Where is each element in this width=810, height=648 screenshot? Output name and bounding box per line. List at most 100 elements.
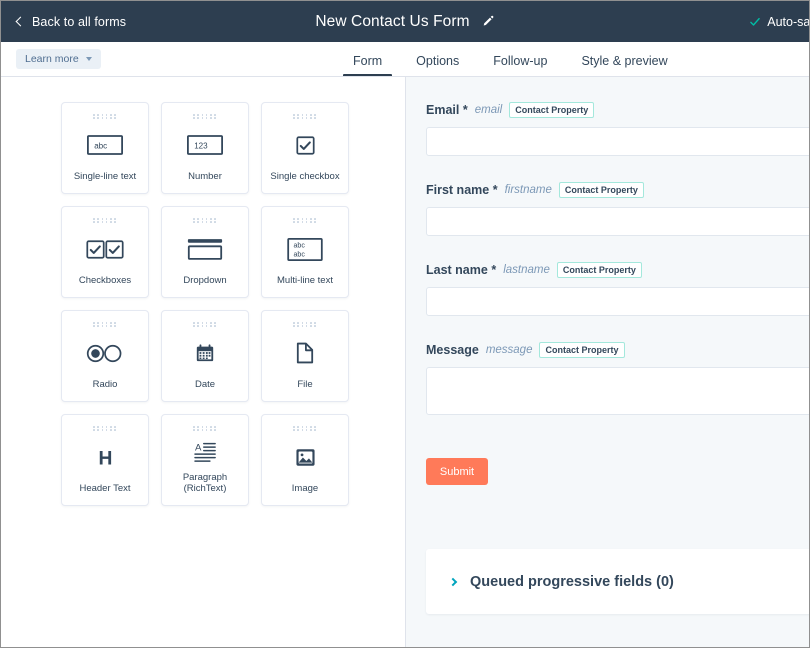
field-property-name: email	[475, 104, 502, 116]
palette-card-label: Single-line text	[71, 172, 139, 182]
palette-card-label: Header Text	[76, 484, 133, 494]
single-line-text-icon: abc	[87, 119, 123, 172]
form-field-email[interactable]: Email * email Contact Property	[426, 101, 809, 156]
palette-card-multi-line-text[interactable]: abc abc Multi-line text	[261, 206, 349, 298]
queued-progressive-fields-section[interactable]: Queued progressive fields (0)	[426, 549, 809, 614]
field-label: Email *	[426, 103, 468, 117]
palette-card-label: Radio	[90, 380, 121, 390]
field-palette-panel: abc Single-line text 123	[1, 77, 405, 647]
last-name-input[interactable]	[426, 287, 809, 316]
svg-text:123: 123	[194, 142, 208, 151]
tab-label: Options	[416, 54, 459, 68]
autosave-status: Auto-saved w	[749, 15, 810, 29]
field-label-row: Email * email Contact Property	[426, 101, 809, 118]
palette-card-dropdown[interactable]: Dropdown	[161, 206, 249, 298]
palette-card-label: Paragraph (RichText)	[162, 473, 248, 494]
chevron-right-icon[interactable]	[449, 577, 457, 585]
svg-text:A: A	[195, 443, 202, 454]
palette-card-label: Dropdown	[180, 276, 229, 286]
app-header: Back to all forms New Contact Us Form Au…	[1, 1, 809, 42]
palette-card-paragraph-richtext[interactable]: A Paragraph (RichText)	[161, 414, 249, 506]
form-field-message[interactable]: Message message Contact Property	[426, 341, 809, 415]
svg-text:abc: abc	[94, 142, 107, 151]
single-checkbox-icon	[296, 119, 315, 172]
palette-card-checkboxes[interactable]: Checkboxes	[61, 206, 149, 298]
field-label: Last name *	[426, 263, 496, 277]
editor-body: abc Single-line text 123	[1, 77, 809, 647]
form-field-first-name[interactable]: First name * firstname Contact Property	[426, 181, 809, 236]
field-label-row: First name * firstname Contact Property	[426, 181, 809, 198]
form-editor-window: Back to all forms New Contact Us Form Au…	[0, 0, 810, 648]
field-property-name: firstname	[505, 184, 552, 196]
required-marker: *	[463, 103, 468, 117]
palette-card-label: Date	[192, 380, 218, 390]
palette-card-single-line-text[interactable]: abc Single-line text	[61, 102, 149, 194]
autosave-label: Auto-saved w	[767, 15, 810, 29]
palette-card-image[interactable]: Image	[261, 414, 349, 506]
palette-card-header-text[interactable]: H Header Text	[61, 414, 149, 506]
tab-strip: Learn more Form Options Follow-up Style …	[1, 42, 809, 77]
back-to-all-forms-link[interactable]: Back to all forms	[17, 15, 126, 29]
palette-card-label: Number	[185, 172, 225, 182]
field-label: First name *	[426, 183, 498, 197]
file-icon	[296, 327, 314, 380]
palette-card-label: File	[294, 380, 315, 390]
palette-card-single-checkbox[interactable]: Single checkbox	[261, 102, 349, 194]
palette-card-label: Image	[289, 484, 321, 494]
dropdown-icon	[187, 223, 223, 276]
chevron-down-icon	[86, 57, 92, 61]
palette-card-file[interactable]: File	[261, 310, 349, 402]
radio-icon	[86, 327, 124, 380]
checkboxes-icon	[86, 223, 124, 276]
form-field-last-name[interactable]: Last name * lastname Contact Property	[426, 261, 809, 316]
contact-property-badge[interactable]: Contact Property	[559, 182, 644, 198]
learn-more-button[interactable]: Learn more	[16, 49, 101, 69]
field-property-name: lastname	[503, 264, 550, 276]
tab-label: Form	[353, 54, 382, 68]
contact-property-badge[interactable]: Contact Property	[509, 102, 594, 118]
svg-text:abc: abc	[294, 251, 306, 258]
check-icon	[749, 16, 761, 28]
form-preview: Email * email Contact Property First nam…	[426, 77, 809, 485]
field-property-name: message	[486, 344, 533, 356]
tab-style-preview[interactable]: Style & preview	[581, 42, 667, 77]
field-type-grid: abc Single-line text 123	[61, 102, 351, 506]
tab-options[interactable]: Options	[416, 42, 459, 77]
chevron-left-icon	[16, 17, 26, 27]
palette-card-label: Checkboxes	[76, 276, 134, 286]
field-label-row: Message message Contact Property	[426, 341, 809, 358]
number-icon: 123	[187, 119, 223, 172]
palette-card-label: Multi-line text	[274, 276, 336, 286]
first-name-input[interactable]	[426, 207, 809, 236]
pencil-icon[interactable]	[482, 15, 495, 28]
required-marker: *	[493, 183, 498, 197]
queued-progressive-fields-label: Queued progressive fields (0)	[470, 574, 674, 590]
required-marker: *	[491, 263, 496, 277]
palette-card-number[interactable]: 123 Number	[161, 102, 249, 194]
palette-card-radio[interactable]: Radio	[61, 310, 149, 402]
back-link-label: Back to all forms	[32, 15, 126, 29]
palette-card-label: Single checkbox	[267, 172, 342, 182]
contact-property-badge[interactable]: Contact Property	[539, 342, 624, 358]
field-label: Message	[426, 343, 479, 357]
date-icon	[195, 327, 215, 380]
learn-more-label: Learn more	[25, 53, 79, 65]
tab-list: Form Options Follow-up Style & preview	[353, 42, 702, 77]
tab-label: Follow-up	[493, 54, 547, 68]
paragraph-richtext-icon: A	[194, 431, 217, 473]
svg-text:H: H	[98, 448, 112, 469]
message-textarea[interactable]	[426, 367, 809, 415]
palette-card-date[interactable]: Date	[161, 310, 249, 402]
submit-button[interactable]: Submit	[426, 458, 488, 485]
image-icon	[295, 431, 316, 484]
tab-label: Style & preview	[581, 54, 667, 68]
multi-line-text-icon: abc abc	[287, 223, 323, 276]
header-text-icon: H	[95, 431, 116, 484]
page-title: New Contact Us Form	[315, 13, 469, 31]
email-input[interactable]	[426, 127, 809, 156]
tab-form[interactable]: Form	[353, 42, 382, 77]
form-preview-panel: Email * email Contact Property First nam…	[406, 77, 809, 647]
tab-follow-up[interactable]: Follow-up	[493, 42, 547, 77]
contact-property-badge[interactable]: Contact Property	[557, 262, 642, 278]
field-label-row: Last name * lastname Contact Property	[426, 261, 809, 278]
